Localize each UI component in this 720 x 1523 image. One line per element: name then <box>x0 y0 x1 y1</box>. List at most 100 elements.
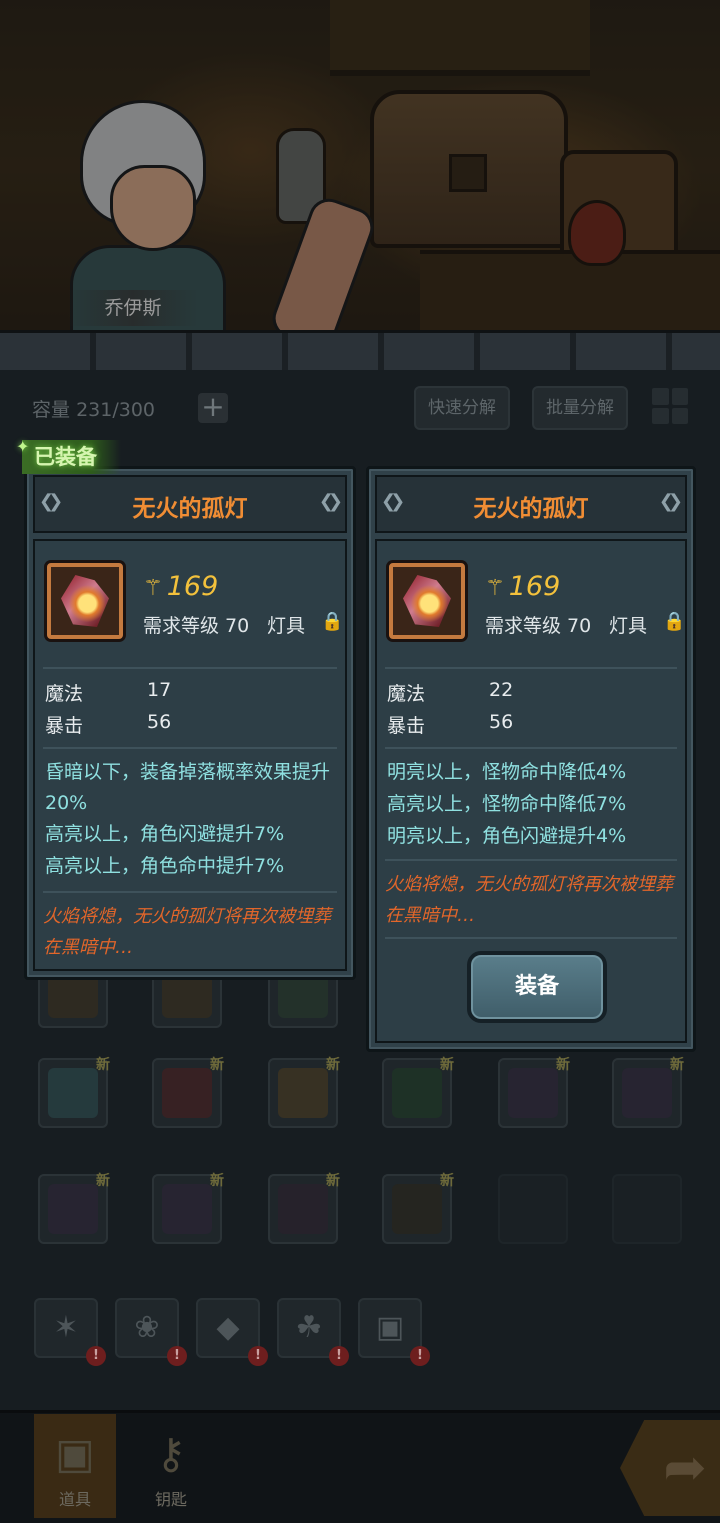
item-slot[interactable]: 新 <box>152 1173 224 1244</box>
divider <box>43 667 337 669</box>
grid-view-icon[interactable] <box>652 388 688 424</box>
stat-name: 暴击 <box>45 715 84 737</box>
bag-capacity: 容量 231/300 <box>32 395 155 422</box>
lock-icon[interactable]: 🔒 <box>321 611 343 632</box>
hero-scene: 乔伊斯 <box>0 0 720 370</box>
nav-tab-items[interactable]: ▣ 道具 <box>34 1414 116 1518</box>
stat-name: 魔法 <box>387 683 426 705</box>
item-slot[interactable]: 新 <box>382 1173 454 1244</box>
empty-item-slot <box>498 1174 568 1244</box>
nav-tab-label: 道具 <box>58 1490 91 1509</box>
leaf-icon: ☘ <box>295 1310 323 1345</box>
item-slot[interactable]: 新 <box>612 1057 684 1128</box>
filter-chest-tab[interactable]: ▣! <box>358 1298 430 1366</box>
arrow-right-icon: ➦ <box>663 1438 707 1498</box>
capacity-label: 容量 <box>32 399 71 421</box>
hero-name: 乔伊斯 <box>68 290 198 326</box>
lock-icon[interactable]: 🔒 <box>663 611 685 632</box>
stat-name: 暴击 <box>387 715 426 737</box>
filter-weapon-tab[interactable]: ✶! <box>34 1298 106 1366</box>
capacity-value: 231/300 <box>76 399 155 421</box>
item-score: ⚚ 169 <box>143 571 218 602</box>
divider <box>385 747 677 749</box>
plus-icon: + <box>201 390 225 423</box>
quick-disassemble-button[interactable]: 快速分解 <box>414 386 510 430</box>
new-badge: 新 <box>210 1057 224 1073</box>
claw-weapon-icon <box>48 1068 98 1118</box>
card-body: ⚚ 169 需求等级 70 灯具 🔒 魔法 17 暴击 56 昏暗以下，装备掉落概… <box>33 539 347 971</box>
item-slot[interactable]: 新 <box>38 1057 110 1128</box>
new-badge: 新 <box>96 1173 110 1189</box>
paw-icon: ❀ <box>134 1310 160 1345</box>
power-icon: ⚚ <box>143 576 163 601</box>
batch-disassemble-button[interactable]: 批量分解 <box>532 386 628 430</box>
item-icon-frame <box>389 563 465 639</box>
card-title-bar: 无火的孤灯 <box>375 475 687 533</box>
item-slot[interactable]: 新 <box>268 1057 340 1128</box>
item-slot[interactable]: 新 <box>152 1057 224 1128</box>
stat-value: 17 <box>147 679 172 701</box>
diamond-icon: ◆ <box>216 1310 240 1345</box>
effect-line: 明亮以上，怪物命中降低4% <box>387 761 627 783</box>
alert-icon: ! <box>248 1346 268 1366</box>
item-score: ⚚ 169 <box>485 571 560 602</box>
item-slot[interactable]: 新 <box>498 1057 570 1128</box>
required-level: 需求等级 70 <box>485 615 592 637</box>
empty-item-slot <box>612 1174 682 1244</box>
card-title: 无火的孤灯 <box>132 496 248 522</box>
stat-name: 魔法 <box>45 683 84 705</box>
card-body: ⚚ 169 需求等级 70 灯具 🔒 魔法 22 暴击 56 明亮以上，怪物命中降… <box>375 539 687 1043</box>
effect-line: 明亮以上，角色闪避提升4% <box>387 825 627 847</box>
item-slot[interactable]: 新 <box>382 1057 454 1128</box>
armor-icon <box>162 1184 212 1234</box>
divider <box>43 747 337 749</box>
expand-capacity-button[interactable]: + <box>198 393 228 423</box>
new-badge: 新 <box>326 1057 340 1073</box>
new-badge: 新 <box>210 1173 224 1189</box>
equipped-tag: 已装备 <box>16 430 121 474</box>
item-type: 灯具 <box>267 615 306 637</box>
armor-icon <box>508 1068 558 1118</box>
effect-line: 高亮以上，怪物命中降低7% <box>387 793 627 815</box>
required-level: 需求等级 70 <box>143 615 250 637</box>
lantern-icon <box>61 575 109 627</box>
divider <box>385 937 677 939</box>
item-type: 灯具 <box>609 615 648 637</box>
alert-icon: ! <box>410 1346 430 1366</box>
card-title: 无火的孤灯 <box>473 496 589 522</box>
power-icon: ⚚ <box>485 576 505 601</box>
effect-line: 高亮以上，角色闪避提升7% <box>45 823 285 845</box>
armor-icon <box>622 1068 672 1118</box>
filter-pet-tab[interactable]: ❀! <box>115 1298 187 1366</box>
item-slot[interactable]: 新 <box>38 1173 110 1244</box>
effect-line: 昏暗以下，装备掉落概率效果提升20% <box>45 761 331 814</box>
boots-icon <box>278 1184 328 1234</box>
item-slot[interactable]: 新 <box>268 1173 340 1244</box>
alert-icon: ! <box>86 1346 106 1366</box>
bow-icon <box>392 1068 442 1118</box>
stat-value: 22 <box>489 679 514 701</box>
divider <box>43 891 337 893</box>
filter-gem-tab[interactable]: ◆! <box>196 1298 268 1366</box>
candidate-item-card: 无火的孤灯 ⚚169 需求等级 70 灯具 🔒 魔法 22 暴击 56 明亮以上… <box>366 466 696 1052</box>
alert-icon: ! <box>167 1346 187 1366</box>
staff-icon <box>278 1068 328 1118</box>
divider <box>385 859 677 861</box>
chest-icon: ▣ <box>55 1429 95 1478</box>
score-value: 169 <box>508 571 561 602</box>
helmet-icon <box>392 1184 442 1234</box>
new-badge: 新 <box>440 1057 454 1073</box>
chest-icon: ▣ <box>375 1310 405 1345</box>
effect-line: 高亮以上，角色命中提升7% <box>45 855 285 877</box>
shield-icon <box>162 1068 212 1118</box>
flavor-text: 火焰将熄，无火的孤灯将再次被埋葬在黑暗中… <box>385 874 673 926</box>
new-badge: 新 <box>670 1057 684 1073</box>
new-badge: 新 <box>556 1057 570 1073</box>
key-icon: ⚷ <box>155 1429 187 1478</box>
lantern-icon <box>403 575 451 627</box>
filter-material-tab[interactable]: ☘! <box>277 1298 349 1366</box>
equip-button[interactable]: 装备 <box>467 951 607 1023</box>
scene-divider-border <box>0 330 720 370</box>
new-badge: 新 <box>326 1173 340 1189</box>
nav-tab-keys[interactable]: ⚷ 钥匙 <box>130 1414 212 1518</box>
